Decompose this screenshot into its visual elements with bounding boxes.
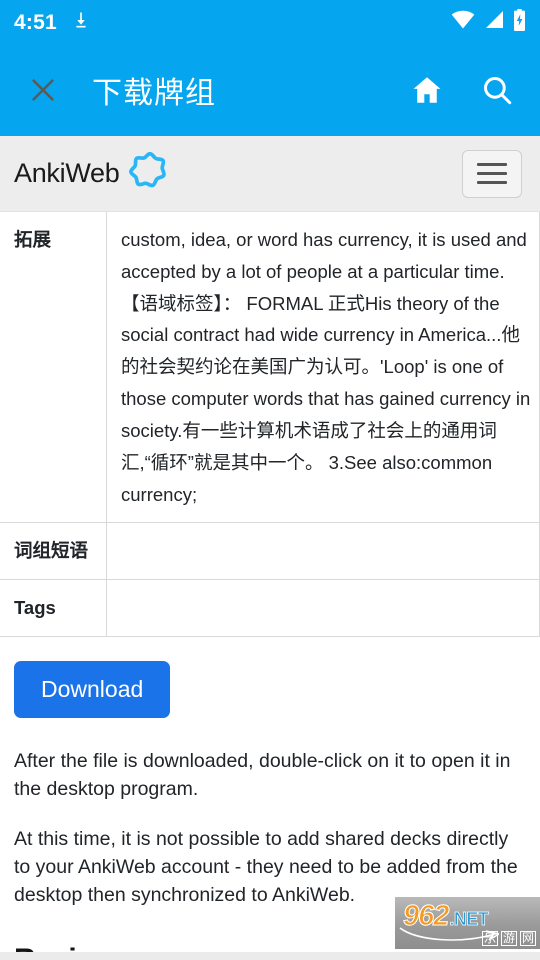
cellular-signal-icon (484, 10, 504, 34)
wifi-icon (451, 10, 475, 34)
field-label: 词组短语 (0, 522, 107, 581)
field-label: Tags (0, 579, 107, 637)
page-title: 下载牌组 (92, 77, 216, 110)
table-row: Tags (0, 579, 540, 637)
home-button[interactable] (406, 69, 448, 111)
status-right-icons (451, 8, 526, 36)
field-value (106, 522, 540, 581)
app-bar: 下载牌组 (0, 44, 540, 136)
site-watermark: 962 .NET 乐 游 网 (395, 897, 540, 949)
note-fields-table: 拓展 custom, idea, or word has currency, i… (0, 212, 540, 637)
close-button[interactable] (26, 73, 60, 107)
home-icon (413, 77, 441, 103)
download-section: Download (0, 637, 540, 718)
hamburger-bar-2 (477, 172, 507, 175)
hamburger-bar-1 (477, 163, 507, 166)
close-icon (32, 79, 54, 101)
download-icon (71, 10, 91, 35)
watermark-cn-text: 乐 游 网 (482, 931, 536, 946)
ankiweb-header: AnkiWeb (0, 136, 540, 212)
hamburger-bar-3 (477, 181, 507, 184)
battery-charging-icon (513, 8, 526, 36)
status-bar: 4:51 (0, 0, 540, 44)
field-value (106, 579, 540, 637)
bottom-edge-strip (0, 952, 540, 960)
instruction-paragraph-1: After the file is downloaded, double-cli… (14, 749, 511, 800)
deck-page-content: 拓展 custom, idea, or word has currency, i… (0, 212, 540, 960)
anki-star-logo-icon (127, 148, 173, 199)
field-label: 拓展 (0, 212, 107, 524)
status-left-icons (71, 10, 91, 35)
table-row: 拓展 custom, idea, or word has currency, i… (0, 212, 540, 524)
brand-label: AnkiWeb (14, 158, 120, 188)
watermark-cn-3: 网 (520, 931, 536, 946)
watermark-cn-2: 游 (501, 931, 517, 946)
table-row: 词组短语 (0, 522, 540, 581)
download-button[interactable]: Download (14, 660, 171, 718)
search-icon (484, 77, 512, 105)
status-clock: 4:51 (14, 10, 57, 34)
brand-link[interactable]: AnkiWeb (14, 148, 173, 199)
search-button[interactable] (476, 69, 518, 111)
watermark-cn-1: 乐 (482, 931, 498, 946)
field-value: custom, idea, or word has currency, it i… (106, 212, 540, 524)
app-screen: 4:51 下载牌组 AnkiWeb 拓展 custom, idea, or wo… (0, 0, 540, 960)
navbar-toggle-button[interactable] (462, 149, 522, 198)
